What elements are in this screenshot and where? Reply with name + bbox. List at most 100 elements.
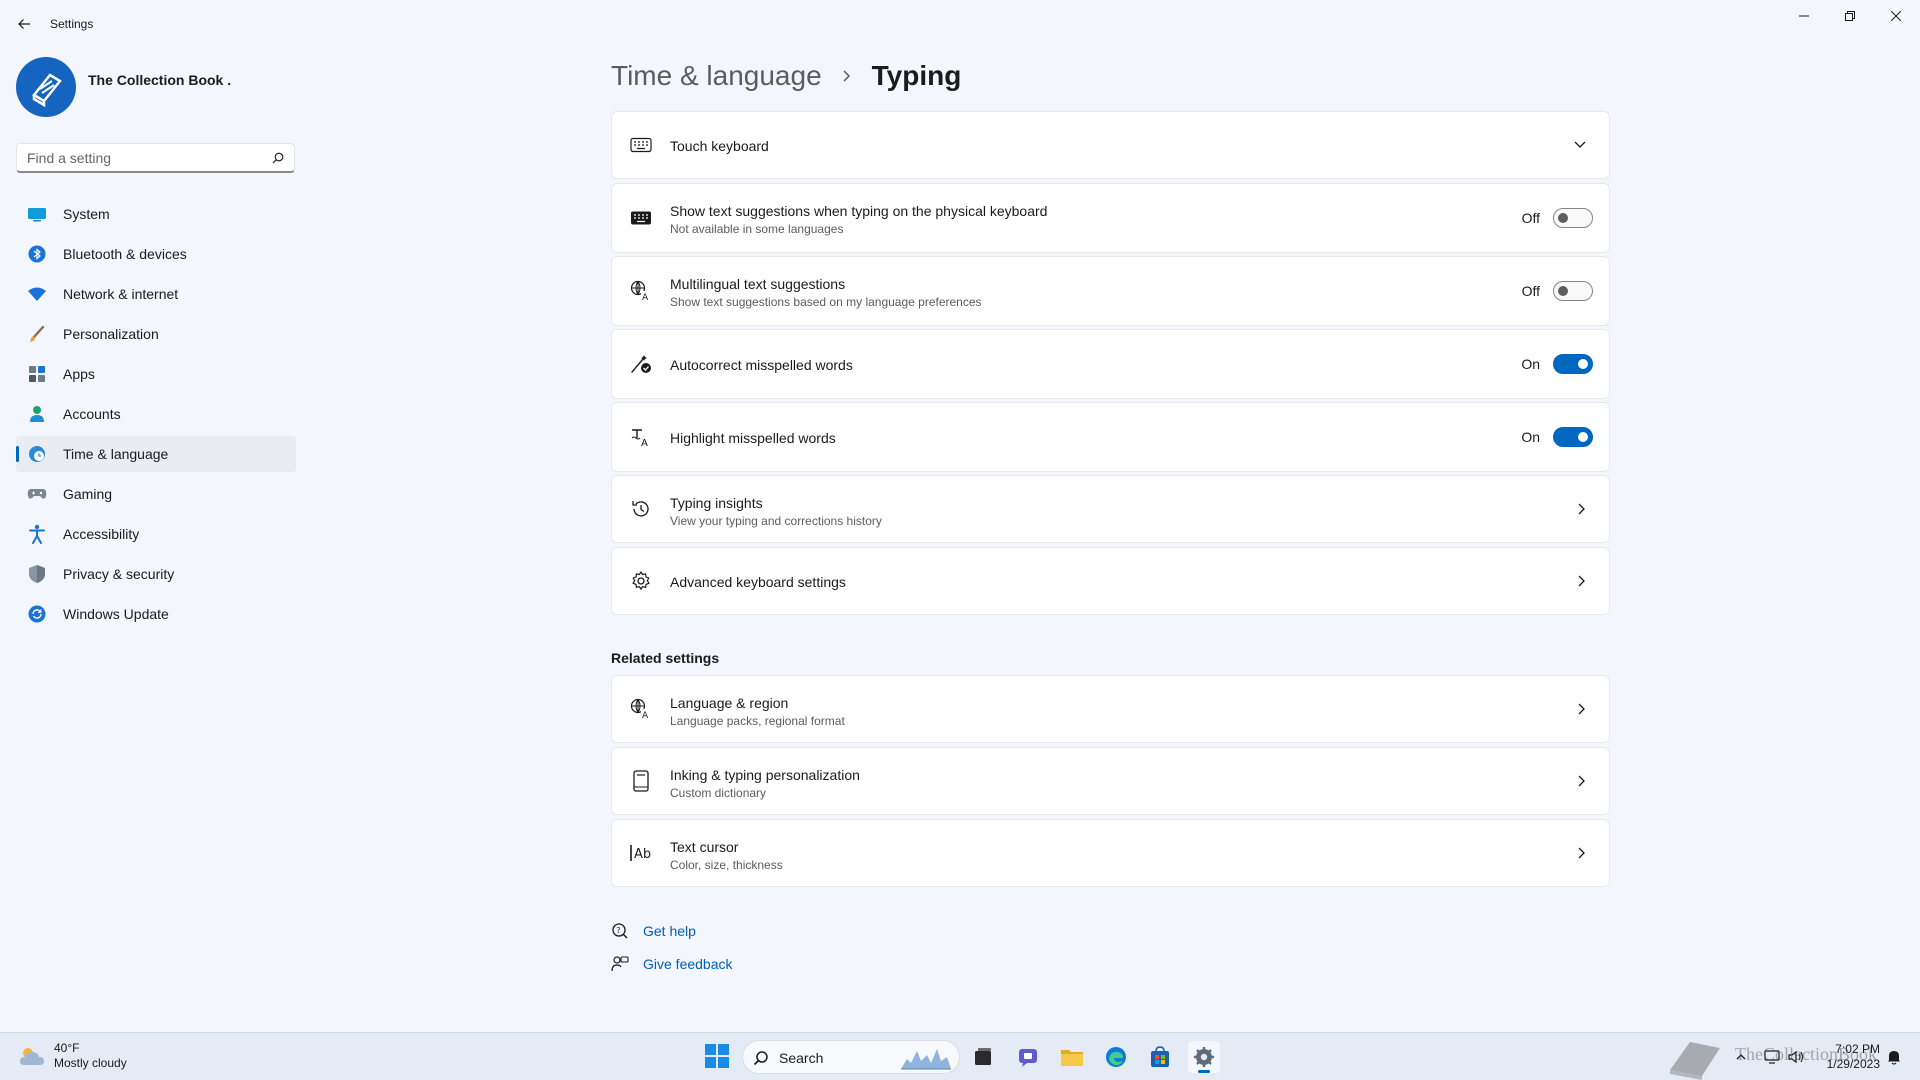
toggle-knob	[1558, 286, 1568, 296]
highlight-row: A Highlight misspelled words On	[611, 402, 1610, 472]
sidebar-item-time-language[interactable]: Time & language	[16, 436, 296, 472]
weather-description: Mostly cloudy	[54, 1056, 127, 1070]
autocorrect-row: Autocorrect misspelled words On	[611, 329, 1610, 399]
get-help-link[interactable]: ? Get help	[611, 922, 696, 940]
typing-insights-row[interactable]: Typing insights View your typing and cor…	[611, 475, 1610, 543]
cloud-icon	[20, 1048, 44, 1065]
text-cursor-row[interactable]: Ab Text cursor Color, size, thickness	[611, 819, 1610, 887]
taskbar-edge[interactable]	[1100, 1041, 1132, 1073]
language-region-row[interactable]: A Language & region Language packs, regi…	[611, 675, 1610, 743]
text-suggestions-toggle[interactable]	[1553, 208, 1593, 228]
app-title: Settings	[50, 17, 94, 31]
weather-temperature: 40°F	[54, 1041, 80, 1055]
give-feedback-link[interactable]: Give feedback	[611, 955, 733, 973]
taskbar-settings[interactable]	[1188, 1041, 1220, 1073]
toggle-knob	[1578, 359, 1588, 369]
sidebar-item-network[interactable]: Network & internet	[16, 276, 296, 312]
restore-button[interactable]	[1830, 6, 1870, 26]
sidebar-item-gaming[interactable]: Gaming	[16, 476, 296, 512]
inking-typing-row[interactable]: Inking & typing personalization Custom d…	[611, 747, 1610, 815]
sidebar-item-apps[interactable]: Apps	[16, 356, 296, 392]
shield-icon	[27, 564, 47, 584]
arrow-left-icon	[18, 19, 30, 29]
typing-insights-description: View your typing and corrections history	[670, 514, 882, 528]
chevron-down-icon[interactable]	[1573, 140, 1587, 150]
restore-icon	[1845, 11, 1855, 21]
chevron-right-icon	[842, 69, 852, 83]
sidebar-item-windows-update[interactable]: Windows Update	[16, 596, 296, 632]
profile-name: The Collection Book .	[88, 72, 232, 88]
minimize-button[interactable]	[1784, 6, 1824, 26]
highlight-state: On	[1521, 429, 1540, 445]
typing-insights-label: Typing insights	[670, 495, 763, 511]
sidebar-item-bluetooth[interactable]: Bluetooth & devices	[16, 236, 296, 272]
sidebar-item-personalization[interactable]: Personalization	[16, 316, 296, 352]
brush-icon	[27, 324, 47, 344]
taskbar-file-explorer[interactable]	[1056, 1041, 1088, 1073]
close-button[interactable]	[1876, 6, 1916, 26]
autocorrect-state: On	[1521, 356, 1540, 372]
language-region-description: Language packs, regional format	[670, 714, 845, 728]
multilingual-state: Off	[1521, 283, 1540, 299]
accessibility-icon	[27, 524, 47, 544]
folder-icon	[1061, 1050, 1083, 1066]
highlight-label: Highlight misspelled words	[670, 430, 836, 446]
highlight-text-icon: A	[629, 425, 653, 449]
touch-keyboard-label: Touch keyboard	[670, 138, 769, 154]
notebook-icon	[629, 769, 653, 793]
taskbar-teams[interactable]	[1012, 1041, 1044, 1073]
inking-typing-label: Inking & typing personalization	[670, 767, 860, 783]
touch-keyboard-row[interactable]: Touch keyboard	[611, 111, 1610, 179]
chat-icon	[1019, 1049, 1037, 1067]
windows-logo-icon	[705, 1044, 729, 1068]
search-box[interactable]	[16, 143, 295, 173]
chevron-right-icon	[1577, 846, 1587, 860]
text-cursor-icon: Ab	[629, 841, 653, 865]
avatar[interactable]	[16, 57, 76, 117]
text-suggestions-state: Off	[1521, 210, 1540, 226]
weather-widget[interactable]: 40°F Mostly cloudy	[18, 1041, 127, 1071]
sidebar-item-accounts[interactable]: Accounts	[16, 396, 296, 432]
taskbar-task-view[interactable]	[967, 1041, 999, 1073]
taskbar-store[interactable]	[1144, 1041, 1176, 1073]
sidebar-item-privacy[interactable]: Privacy & security	[16, 556, 296, 592]
svg-text:?: ?	[616, 926, 620, 935]
start-button[interactable]	[704, 1043, 730, 1069]
multilingual-toggle[interactable]	[1553, 281, 1593, 301]
globe-clock-icon	[27, 444, 47, 464]
toggle-knob	[1558, 213, 1568, 223]
highlight-toggle[interactable]	[1553, 427, 1593, 447]
monitor-icon	[27, 204, 47, 224]
search-icon[interactable]	[272, 152, 284, 164]
sidebar-item-system[interactable]: System	[16, 196, 296, 232]
taskbar-search[interactable]: Search	[742, 1040, 960, 1074]
task-view-icon	[975, 1048, 991, 1065]
autocorrect-toggle[interactable]	[1553, 354, 1593, 374]
settings-gear-icon	[1194, 1047, 1214, 1067]
search-highlight-icon	[899, 1045, 953, 1071]
back-button[interactable]	[12, 10, 36, 38]
search-input[interactable]	[27, 149, 257, 167]
sidebar-item-accessibility[interactable]: Accessibility	[16, 516, 296, 552]
svg-text:A: A	[641, 438, 648, 448]
inking-typing-description: Custom dictionary	[670, 786, 767, 800]
autocorrect-label: Autocorrect misspelled words	[670, 357, 853, 373]
chevron-right-icon	[1577, 574, 1587, 588]
breadcrumb-parent[interactable]: Time & language	[611, 60, 822, 92]
minimize-icon	[1799, 15, 1809, 17]
text-suggestions-label: Show text suggestions when typing on the…	[670, 203, 1048, 219]
watermark-text: TheCollectionBook	[1735, 1044, 1877, 1064]
advanced-keyboard-row[interactable]: Advanced keyboard settings	[611, 547, 1610, 615]
toggle-knob	[1578, 432, 1588, 442]
get-help-label[interactable]: Get help	[643, 923, 696, 939]
text-cursor-label: Text cursor	[670, 839, 739, 855]
close-icon	[1891, 11, 1901, 21]
person-icon	[27, 404, 47, 424]
svg-text:A: A	[642, 711, 649, 720]
multilingual-suggestions-row: A Multilingual text suggestions Show tex…	[611, 256, 1610, 326]
wifi-icon	[27, 284, 47, 304]
text-suggestions-description: Not available in some languages	[670, 222, 844, 236]
taskbar: 40°F Mostly cloudy Search 7:02 PM 1/29/2…	[0, 1032, 1920, 1080]
history-icon	[629, 497, 653, 521]
give-feedback-label[interactable]: Give feedback	[643, 956, 733, 972]
